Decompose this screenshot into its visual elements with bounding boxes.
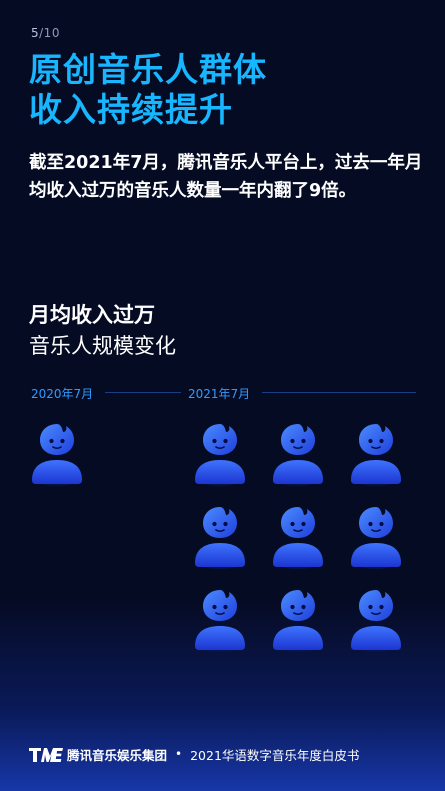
musician-icon-2021 <box>270 586 326 652</box>
divider <box>262 392 416 393</box>
headline-line-1: 原创音乐人群体 <box>29 50 267 89</box>
headline: 原创音乐人群体 收入持续提升 <box>29 50 267 130</box>
label-2020: 2020年7月 <box>31 387 94 401</box>
musician-icon-2021 <box>348 420 404 486</box>
musician-icon-2021 <box>192 420 248 486</box>
page-indicator: 5/10 <box>31 26 60 40</box>
musician-icon-2021 <box>270 503 326 569</box>
musician-icon-2021 <box>348 586 404 652</box>
tme-logo <box>29 747 63 762</box>
musician-icon-2021 <box>192 586 248 652</box>
footer: 腾讯音乐娱乐集团 • 2021华语数字音乐年度白皮书 <box>29 743 359 765</box>
infographic-title: 月均收入过万 <box>29 303 155 327</box>
infographic-caption: 音乐人规模变化 <box>29 334 176 358</box>
intro-paragraph: 截至2021年7月，腾讯音乐人平台上，过去一年月均收入过万的音乐人数量一年内翻了… <box>29 153 423 201</box>
footer-separator: • <box>175 747 183 761</box>
musician-icon-2021 <box>348 503 404 569</box>
musician-icon-2020 <box>29 420 85 486</box>
page-current: 5 <box>31 26 40 40</box>
page-total: /10 <box>39 26 60 40</box>
footer-company: 腾讯音乐娱乐集团 <box>67 747 168 763</box>
musician-icon-2021 <box>270 420 326 486</box>
divider <box>105 392 181 393</box>
footer-report-title: 2021华语数字音乐年度白皮书 <box>190 747 360 763</box>
musician-icon-2021 <box>192 503 248 569</box>
headline-line-2: 收入持续提升 <box>29 90 233 129</box>
label-2021: 2021年7月 <box>188 387 251 401</box>
